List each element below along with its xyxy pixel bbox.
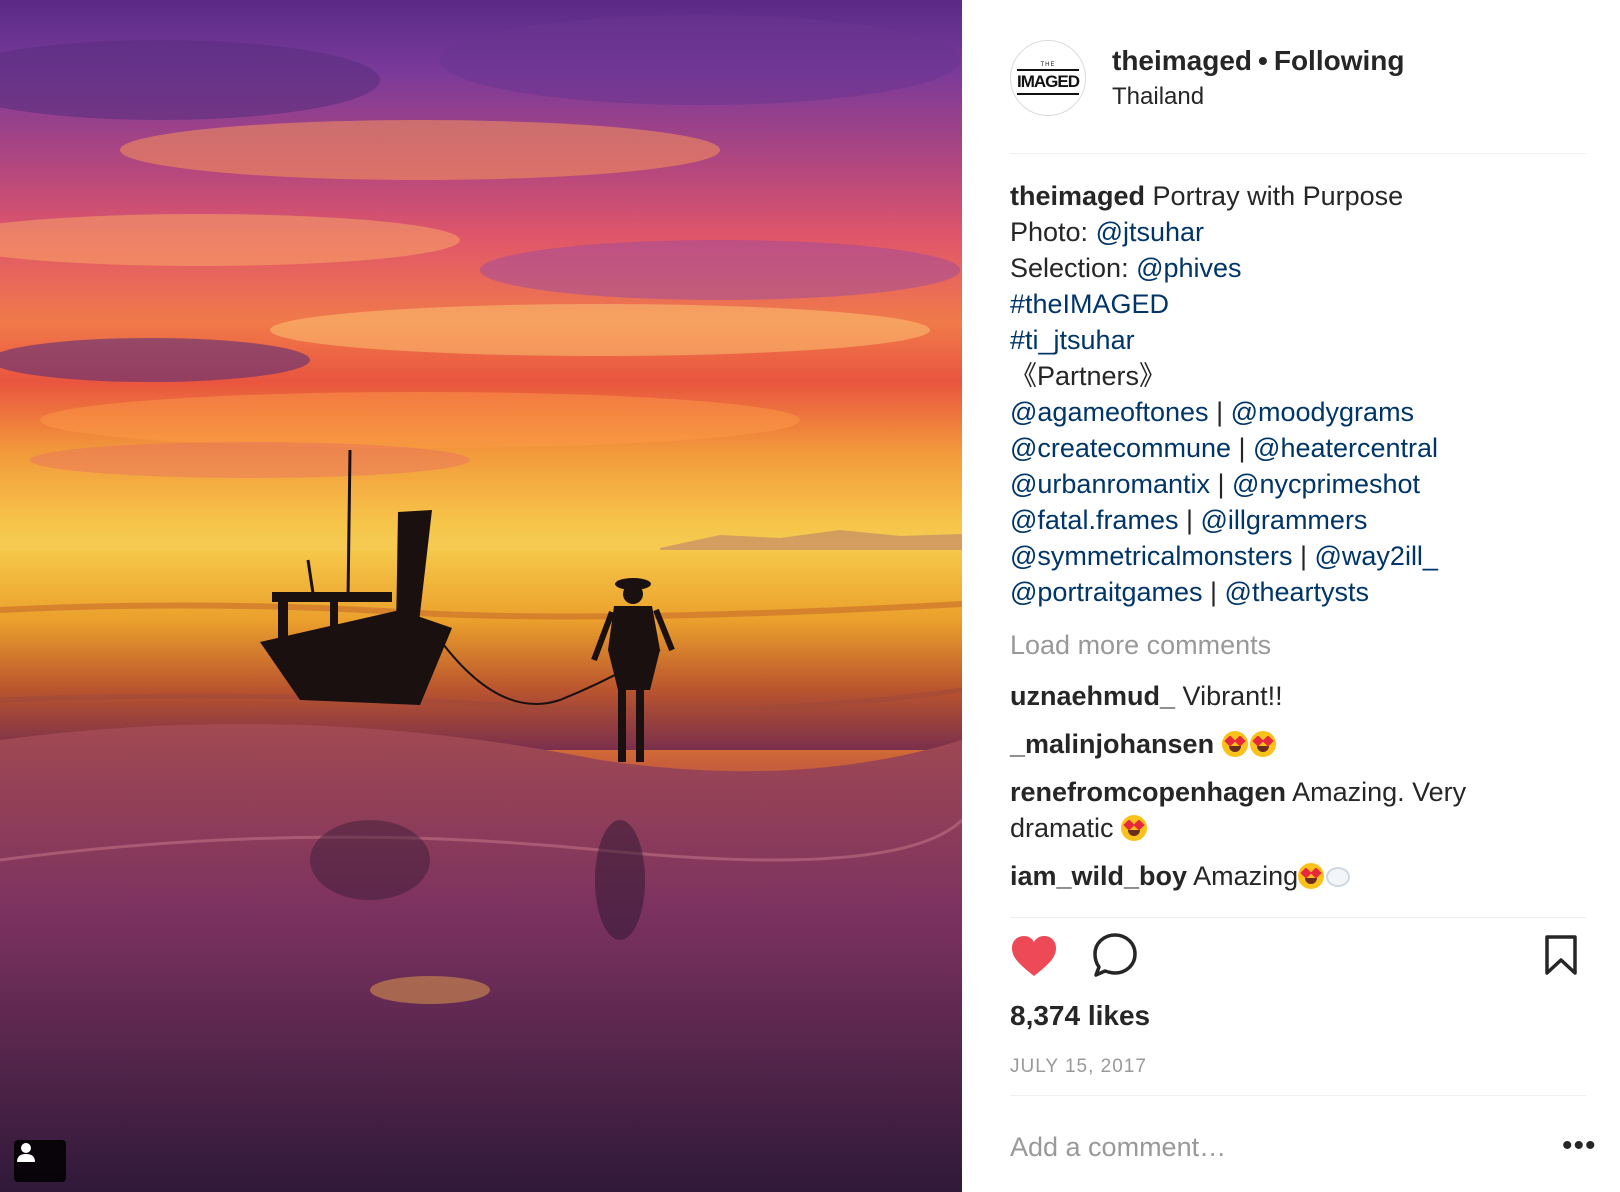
- instagram-post: THE IMAGED theimaged • Following Thailand …: [0, 0, 1620, 1192]
- post-header: THE IMAGED theimaged • Following Thailand: [1010, 38, 1570, 118]
- comment-input-divider: [1010, 1095, 1586, 1096]
- comment-username[interactable]: uznaehmud_: [1010, 681, 1175, 711]
- load-more-comments-button[interactable]: Load more comments: [1010, 628, 1271, 662]
- heart-eyes-emoji-icon: [1121, 815, 1148, 841]
- comment: iam_wild_boy Amazing: [1010, 858, 1590, 894]
- comment-username[interactable]: _malinjohansen: [1010, 729, 1214, 759]
- user-icon: [17, 1143, 35, 1162]
- partner-link[interactable]: @moodygrams: [1231, 397, 1414, 427]
- heart-eyes-emoji-icon: [1221, 731, 1248, 757]
- action-bar: [1010, 932, 1578, 984]
- partner-link[interactable]: @theartysts: [1225, 577, 1369, 607]
- comments-list: uznaehmud_ Vibrant!! _malinjohansen rene…: [1010, 678, 1590, 906]
- post-details-panel: THE IMAGED theimaged • Following Thailand …: [962, 0, 1620, 1192]
- avatar[interactable]: THE IMAGED: [1010, 40, 1086, 116]
- caption: theimaged Portray with Purpose Photo: @j…: [1010, 178, 1590, 610]
- separator: |: [1217, 469, 1225, 499]
- header-title: theimaged • Following: [1112, 44, 1404, 78]
- partner-link[interactable]: @nycprimeshot: [1232, 469, 1420, 499]
- partner-link[interactable]: @agameoftones: [1010, 397, 1209, 427]
- actions-divider: [1010, 917, 1586, 918]
- tagged-users-button[interactable]: [14, 1140, 66, 1182]
- more-options-button[interactable]: •••: [1562, 1131, 1597, 1161]
- save-button[interactable]: [1544, 934, 1578, 981]
- selection-credit-link[interactable]: @phives: [1136, 253, 1241, 283]
- comment: uznaehmud_ Vibrant!!: [1010, 678, 1590, 714]
- post-date[interactable]: JULY 15, 2017: [1010, 1056, 1147, 1078]
- comment-text: Amazing. Very: [1292, 777, 1467, 807]
- logo-small-text: THE: [1040, 61, 1056, 68]
- location-link[interactable]: Thailand: [1112, 82, 1404, 112]
- header-text: theimaged • Following Thailand: [1112, 44, 1404, 112]
- comment-username[interactable]: renefromcopenhagen: [1010, 777, 1286, 807]
- caption-username[interactable]: theimaged: [1010, 181, 1145, 211]
- separator: |: [1216, 397, 1224, 427]
- photo-credit-link[interactable]: @jtsuhar: [1096, 217, 1204, 247]
- comment-text: Amazing: [1193, 861, 1299, 891]
- bookmark-icon: [1545, 935, 1577, 975]
- author-username[interactable]: theimaged: [1112, 45, 1252, 76]
- imaged-logo: THE IMAGED: [1015, 45, 1081, 111]
- separator: |: [1299, 541, 1307, 571]
- separator: |: [1185, 505, 1193, 535]
- photo-label: Photo:: [1010, 217, 1089, 247]
- comment-text: Vibrant!!: [1182, 681, 1283, 711]
- partner-link[interactable]: @symmetricalmonsters: [1010, 541, 1292, 571]
- post-photo[interactable]: [0, 0, 962, 1192]
- thought-bubble-emoji-icon: [1326, 867, 1351, 887]
- partner-link[interactable]: @fatal.frames: [1010, 505, 1178, 535]
- like-button[interactable]: [1010, 934, 1058, 983]
- comment: renefromcopenhagen Amazing. Very dramati…: [1010, 774, 1590, 846]
- separator: |: [1238, 433, 1246, 463]
- caption-text: Portray with Purpose: [1152, 181, 1404, 211]
- partner-link[interactable]: @illgrammers: [1201, 505, 1368, 535]
- comment-username[interactable]: iam_wild_boy: [1010, 861, 1187, 891]
- partner-link[interactable]: @urbanromantix: [1010, 469, 1210, 499]
- partners-heading: 《Partners》: [1010, 361, 1167, 391]
- hashtag-link[interactable]: #theIMAGED: [1010, 289, 1169, 319]
- following-button[interactable]: Following: [1274, 45, 1405, 76]
- separator: |: [1210, 577, 1218, 607]
- partner-link[interactable]: @heatercentral: [1253, 433, 1438, 463]
- partner-link[interactable]: @portraitgames: [1010, 577, 1202, 607]
- likes-count[interactable]: 8,374 likes: [1010, 1000, 1150, 1032]
- logo-main-text: IMAGED: [1017, 68, 1080, 95]
- sunset-beach-scene: [0, 15, 962, 1192]
- comment: _malinjohansen: [1010, 726, 1590, 762]
- heart-eyes-emoji-icon: [1298, 863, 1325, 889]
- add-comment-input[interactable]: Add a comment…: [1010, 1132, 1226, 1163]
- separator-dot: •: [1258, 45, 1268, 76]
- header-divider: [1010, 153, 1586, 154]
- hashtag-link[interactable]: #ti_jtsuhar: [1010, 325, 1135, 355]
- heart-icon: [1012, 936, 1056, 976]
- heart-eyes-emoji-icon: [1249, 731, 1276, 757]
- selection-label: Selection:: [1010, 253, 1129, 283]
- partner-link[interactable]: @createcommune: [1010, 433, 1231, 463]
- comment-bubble-icon: [1093, 933, 1137, 977]
- comment-button[interactable]: [1092, 932, 1138, 983]
- comment-text-continued: dramatic: [1010, 813, 1114, 843]
- partner-link[interactable]: @way2ill_: [1315, 541, 1438, 571]
